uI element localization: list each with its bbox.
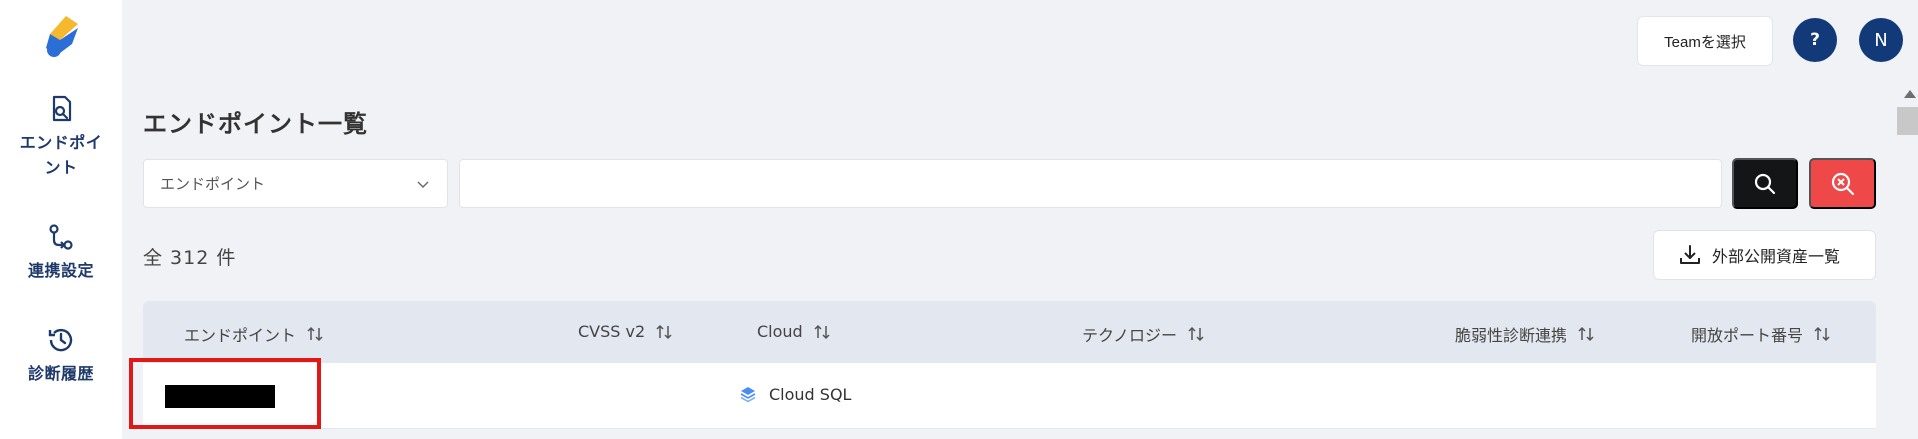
history-icon (48, 328, 73, 352)
sort-icon (307, 326, 323, 342)
sort-icon (656, 324, 672, 339)
scrollbar-up-arrow[interactable] (1904, 90, 1916, 98)
column-header-open-ports[interactable]: 開放ポート番号 (1691, 322, 1831, 346)
chevron-down-icon (417, 181, 429, 188)
app-logo-icon[interactable] (44, 14, 80, 58)
sort-icon (1188, 326, 1204, 342)
download-icon (1680, 245, 1700, 264)
sort-icon (814, 324, 830, 339)
column-header-cvss[interactable]: CVSS v2 (578, 322, 673, 341)
cloud-cell: Cloud SQL (739, 385, 851, 404)
column-header-endpoint[interactable]: エンドポイント (184, 322, 324, 346)
endpoint-search-icon (52, 95, 72, 122)
help-button[interactable]: ? (1793, 18, 1837, 62)
sort-icon (1578, 326, 1594, 342)
team-select-button[interactable]: Teamを選択 (1637, 16, 1773, 66)
sidebar-item-integration[interactable]: 連携設定 (0, 222, 122, 283)
result-count: 全 312 件 (143, 247, 237, 269)
filter-select[interactable]: エンドポイント (143, 159, 448, 208)
table-header: エンドポイント CVSS v2 Cloud テクノロジー 脆弱性診断連携 開放ポ… (143, 301, 1876, 363)
sidebar-item-label: エンドポイント (19, 133, 103, 177)
column-header-scan-integration[interactable]: 脆弱性診断連携 (1455, 322, 1595, 346)
avatar[interactable]: N (1859, 18, 1903, 62)
search-input[interactable] (459, 159, 1722, 208)
filter-select-value: エンドポイント (160, 175, 266, 193)
export-public-assets-button[interactable]: 外部公開資産一覧 (1653, 230, 1876, 280)
clear-search-button[interactable] (1809, 158, 1876, 209)
column-header-technology[interactable]: テクノロジー (1082, 322, 1205, 346)
cloud-sql-icon (740, 386, 756, 402)
page-title: エンドポイント一覧 (143, 110, 368, 138)
clear-search-icon (1831, 172, 1854, 195)
export-button-label: 外部公開資産一覧 (1712, 249, 1841, 266)
search-icon (1754, 173, 1776, 194)
column-header-cloud[interactable]: Cloud (757, 322, 831, 341)
highlight-box (129, 358, 321, 429)
sidebar: エンドポイント 連携設定 診断履歴 (0, 0, 122, 439)
sidebar-item-label: 連携設定 (27, 261, 94, 280)
table-row[interactable]: Cloud SQL (143, 363, 1876, 429)
sidebar-item-history[interactable]: 診断履歴 (0, 325, 122, 386)
integration-icon (49, 224, 73, 250)
sidebar-item-label: 診断履歴 (27, 364, 94, 383)
sort-icon (1814, 326, 1830, 342)
scrollbar-thumb[interactable] (1897, 107, 1918, 135)
sidebar-item-endpoints[interactable]: エンドポイント (0, 94, 122, 180)
search-button[interactable] (1732, 158, 1798, 209)
